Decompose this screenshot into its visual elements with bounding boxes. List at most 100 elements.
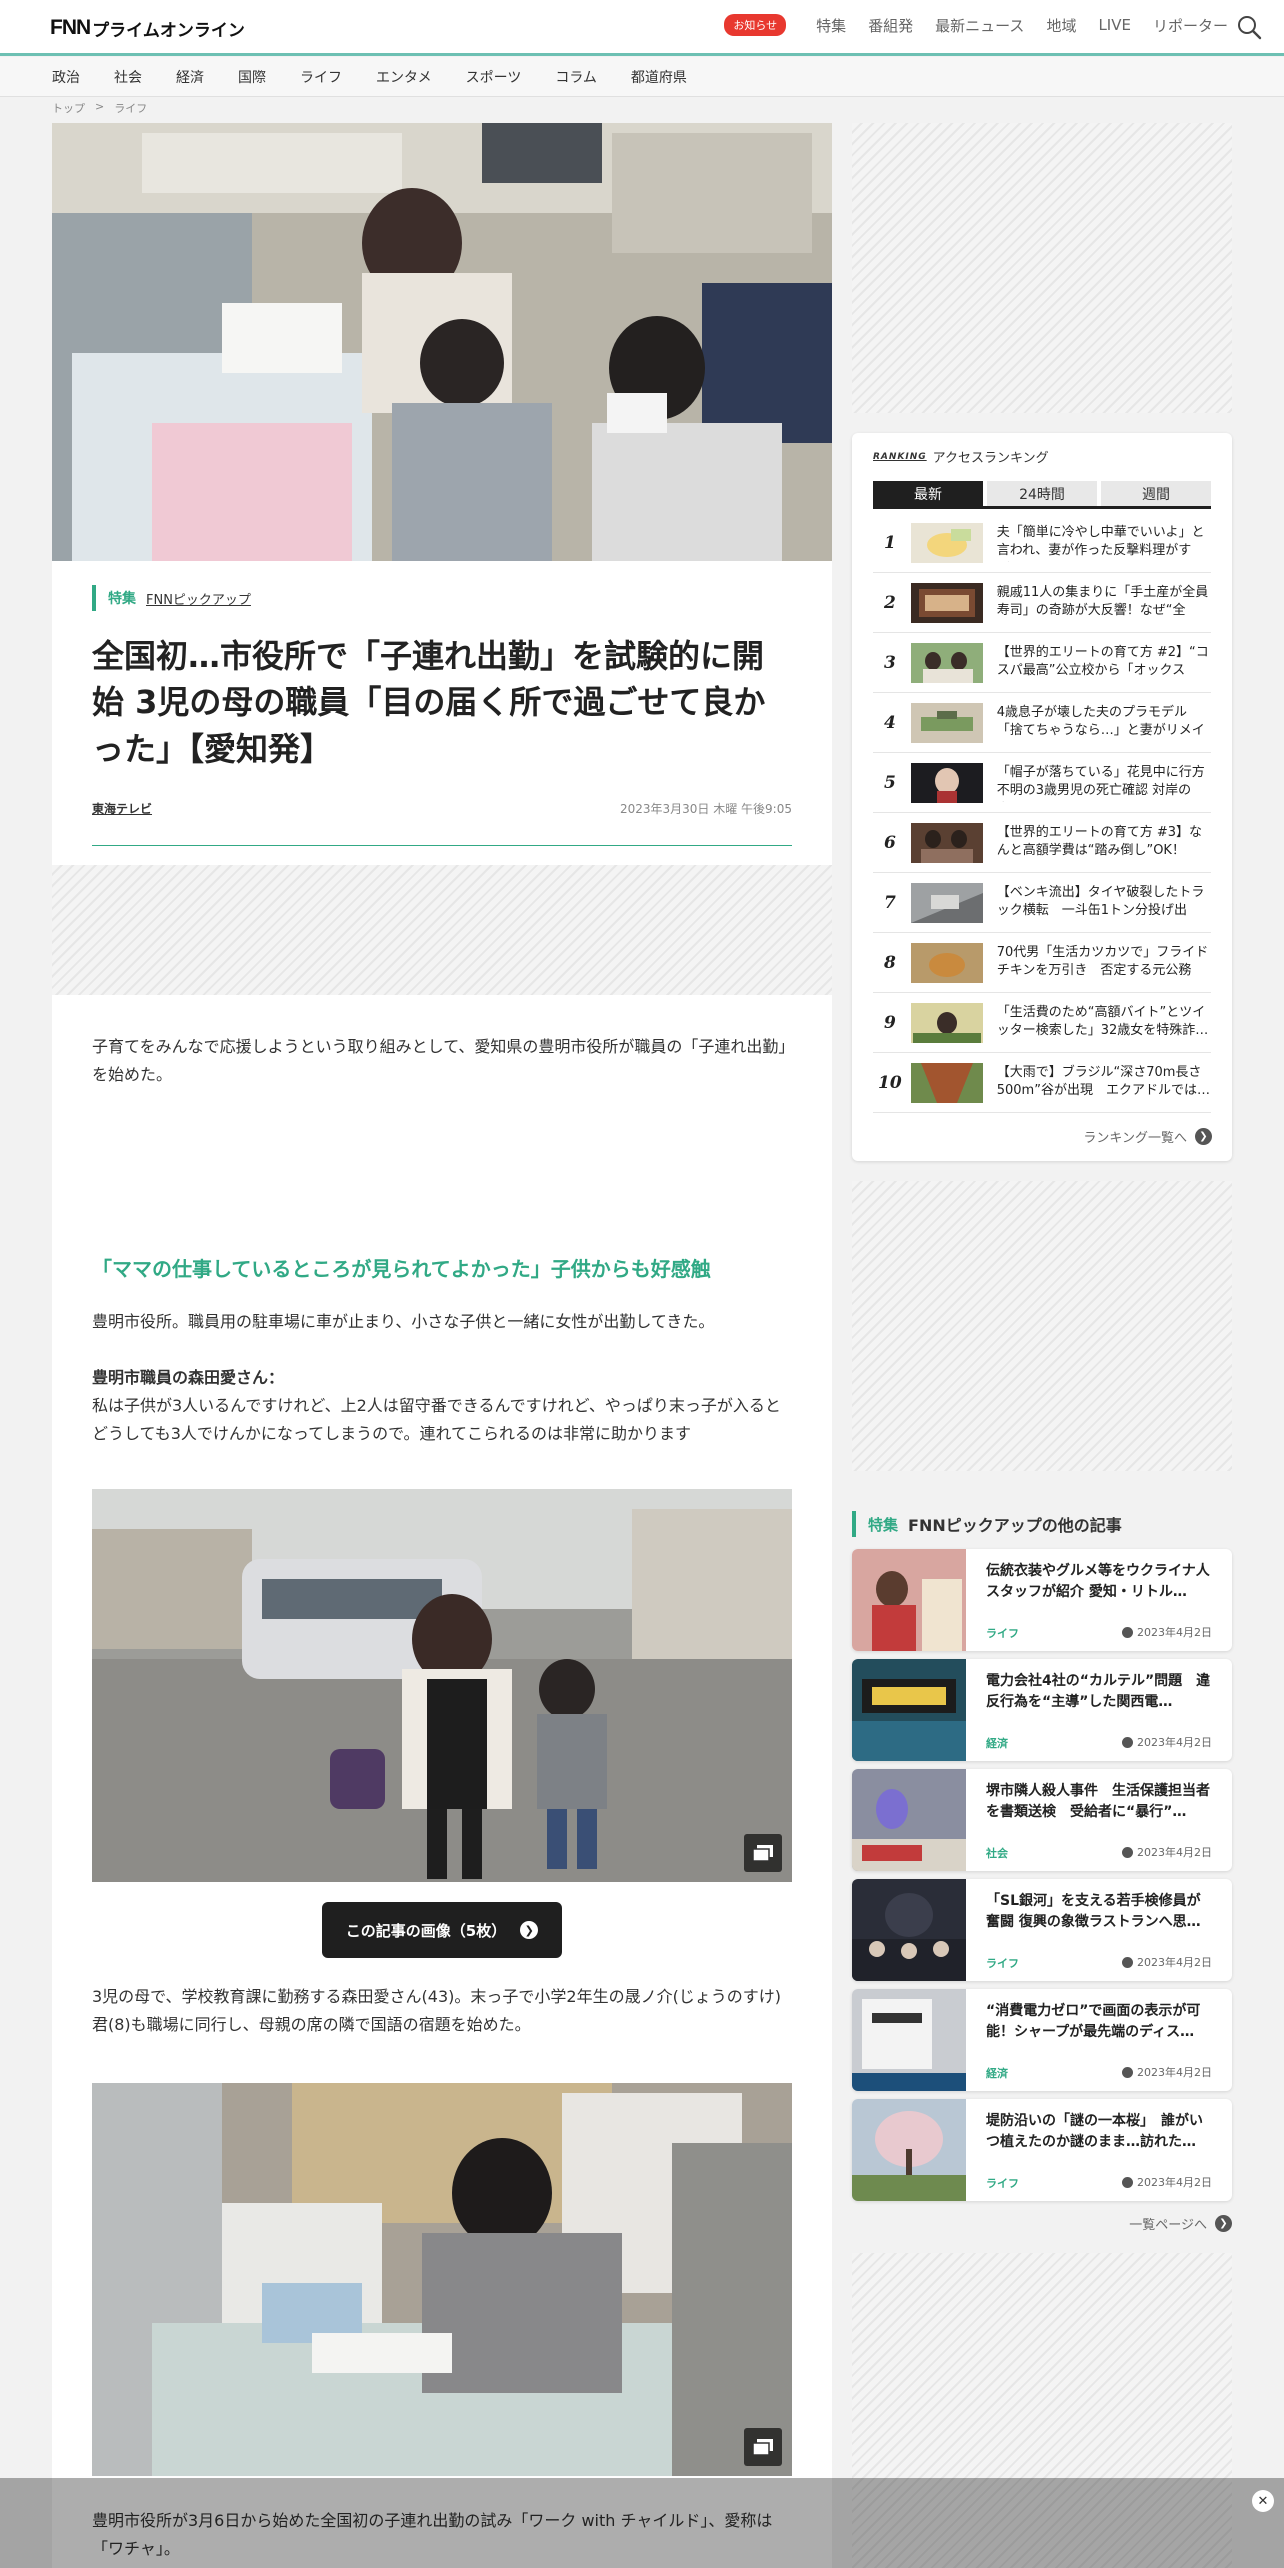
ranking-thumbnail [910, 762, 983, 803]
ranking-title: アクセスランキング [932, 451, 1049, 466]
tab-24h[interactable]: 24時間 [987, 481, 1097, 506]
ranking-number: 3 [883, 652, 896, 673]
pickup-thumbnail [852, 1549, 966, 1651]
pickup-card[interactable]: 電力会社4社の“カルテル”問題 違反行為を“主導”した関西電… 経済 2023年… [852, 1659, 1232, 1761]
pickup-thumbnail [852, 1769, 966, 1871]
pickup-card[interactable]: “消費電力ゼロ”で画面の表示が可能！シャープが最先端のディス… 経済 2023年… [852, 1989, 1232, 2091]
close-icon[interactable]: ✕ [1252, 2490, 1274, 2512]
ranking-headline: 「生活費のため“高額バイト”とツイッター検索した」32歳女を特殊詐… [996, 1004, 1209, 1039]
ranking-headline: 【世界的エリートの育て方 #2】“コスパ最高”公立校から「オックスフ… [996, 644, 1209, 679]
speaker-quote: 私は子供が3人いるんですけれど、上2人は留守番できるんですけれど、やっぱり末っ子… [92, 1396, 781, 1443]
article-paragraph: 豊明市役所。職員用の駐車場に車が止まり、小さな子供と一緒に女性が出勤してきた。 [92, 1312, 715, 1331]
pickup-more-link[interactable]: 一覧ページへ ❯ [1129, 2214, 1232, 2233]
article-photo-2[interactable] [92, 2083, 792, 2476]
notice-badge[interactable]: お知らせ [724, 14, 787, 36]
gallery-button[interactable]: この記事の画像（5枚） ❯ [322, 1902, 562, 1958]
sidebar-ad-placeholder [852, 123, 1232, 413]
bottom-ad-overlay: ✕ [0, 2478, 1284, 2568]
pickup-date-text: 2023年4月2日 [1137, 2176, 1212, 2189]
ranking-item[interactable]: 6 【世界的エリートの育て方 #3】なんと高額学費は“踏み倒し”OK！ で… [873, 813, 1211, 873]
gallery-button-label: この記事の画像（5枚） [345, 1921, 507, 1940]
gallery-icon[interactable] [744, 2428, 782, 2466]
gallery-icon[interactable] [744, 1834, 782, 1872]
ranking-item[interactable]: 7 【ベンキ流出】タイヤ破裂したトラック横転 一斗缶1トン分投げ出さ… [873, 873, 1211, 933]
logo-fnn: FNN [50, 16, 91, 39]
nav-region[interactable]: 地域 [1046, 15, 1076, 36]
pickup-headline: 堺市隣人殺人事件 生活保護担当者を書類送検 受給者に“暴行”… [986, 1783, 1210, 1820]
top-nav: お知らせ 特集 番組発 最新ニュース 地域 LIVE リポーター [724, 14, 1228, 36]
search-icon[interactable] [1236, 14, 1262, 40]
ranking-number: 2 [883, 592, 896, 613]
ranking-item[interactable]: 3 【世界的エリートの育て方 #2】“コスパ最高”公立校から「オックスフ… [873, 633, 1211, 693]
breadcrumb-home[interactable]: トップ [52, 100, 85, 116]
pickup-date-text: 2023年4月2日 [1137, 1736, 1212, 1749]
logo-text: プライムオンライン [92, 20, 245, 41]
tab-latest[interactable]: 最新 [873, 481, 983, 506]
category-life[interactable]: ライフ [300, 67, 342, 87]
ranking-item[interactable]: 2 親戚11人の集まりに「手土産が全員寿司」の奇跡が大反響！なぜ“全被… [873, 573, 1211, 633]
ranking-item[interactable]: 4 4歳息子が壊した夫のプラモデル「捨てちゃうなら…」と妻がリメイク… [873, 693, 1211, 753]
nav-reporter[interactable]: リポーター [1153, 15, 1228, 36]
pickup-thumbnail [852, 1659, 966, 1761]
pickup-card[interactable]: 堤防沿いの「謎の一本桜」 誰がいつ植えたのか謎のまま…訪れた… ライフ 2023… [852, 2099, 1232, 2201]
article-date: 2023年3月30日 木曜 午後9:05 [619, 802, 792, 817]
pickup-thumbnail [852, 1989, 966, 2091]
nav-feature[interactable]: 特集 [816, 15, 846, 36]
pickup-header: 特集 FNNピックアップの他の記事 [852, 1511, 1122, 1537]
ranking-item[interactable]: 10 【大雨で】ブラジル“深さ70m長さ500m”谷が出現 エクアドルでは… [873, 1053, 1211, 1113]
ranking-number: 4 [883, 712, 896, 733]
clock-icon [1122, 1626, 1133, 1638]
nav-live[interactable]: LIVE [1098, 16, 1131, 34]
ranking-thumbnail [910, 822, 983, 863]
pickup-headline: “消費電力ゼロ”で画面の表示が可能！シャープが最先端のディス… [986, 2003, 1201, 2040]
category-sports[interactable]: スポーツ [466, 67, 522, 87]
ranking-item[interactable]: 9 「生活費のため“高額バイト”とツイッター検索した」32歳女を特殊詐… [873, 993, 1211, 1053]
ranking-headline: 70代男「生活カツカツで」フライドチキンを万引き 否定する元公務員… [996, 944, 1209, 979]
pickup-headline: 伝統衣装やグルメ等をウクライナ人スタッフが紹介 愛知・リトル… [986, 1563, 1210, 1600]
pickup-tag: 特集 [868, 1515, 899, 1534]
category-economy[interactable]: 経済 [176, 67, 204, 87]
pickup-date: 2023年4月2日 [1122, 1954, 1212, 1970]
pickup-card[interactable]: 堺市隣人殺人事件 生活保護担当者を書類送検 受給者に“暴行”… 社会 2023年… [852, 1769, 1232, 1871]
ranking-thumbnail [910, 522, 983, 563]
ranking-number: 8 [883, 952, 896, 973]
nav-latest-news[interactable]: 最新ニュース [935, 15, 1024, 36]
pickup-thumbnail [852, 2099, 966, 2201]
breadcrumb-current[interactable]: ライフ [114, 100, 147, 116]
ranking-more-label: ランキング一覧へ [1083, 1131, 1187, 1146]
feature-link[interactable]: FNNピックアップ [146, 589, 251, 608]
tab-weekly[interactable]: 週間 [1101, 481, 1211, 506]
ranking-headline: 親戚11人の集まりに「手土産が全員寿司」の奇跡が大反響！なぜ“全被… [996, 584, 1209, 619]
category-column[interactable]: コラム [555, 67, 597, 87]
category-international[interactable]: 国際 [238, 67, 266, 87]
feature-label: 特集 [108, 591, 136, 607]
category-entertainment[interactable]: エンタメ [376, 67, 432, 87]
pickup-date-text: 2023年4月2日 [1137, 1956, 1212, 1969]
article-photo[interactable] [92, 1489, 792, 1882]
ranking-number: 5 [883, 772, 896, 793]
article-main: 特集 FNNピックアップ 全国初…市役所で「子連れ出勤」を試験的に開始 3児の母… [52, 123, 832, 2568]
pickup-card[interactable]: 伝統衣装やグルメ等をウクライナ人スタッフが紹介 愛知・リトル… ライフ 2023… [852, 1549, 1232, 1651]
arrow-right-icon: ❯ [1215, 2215, 1232, 2232]
ranking-item[interactable]: 5 「帽子が落ちている」花見中に行方不明の3歳男児の死亡確認 対岸の東… [873, 753, 1211, 813]
pickup-headline: 堤防沿いの「謎の一本桜」 誰がいつ植えたのか謎のまま…訪れた… [986, 2113, 1203, 2150]
pickup-date-text: 2023年4月2日 [1137, 1846, 1212, 1859]
site-header: FNN プライムオンライン お知らせ 特集 番組発 最新ニュース 地域 LIVE… [0, 0, 1284, 56]
nav-programs[interactable]: 番組発 [868, 15, 913, 36]
site-logo[interactable]: FNN プライムオンライン [50, 16, 245, 41]
category-prefectures[interactable]: 都道府県 [631, 67, 687, 87]
ranking-more-link[interactable]: ランキング一覧へ ❯ [1083, 1127, 1212, 1146]
ranking-thumbnail [910, 942, 983, 983]
article-source[interactable]: 東海テレビ [92, 800, 152, 817]
pickup-card[interactable]: 「SL銀河」を支える若手検修員が奮闘 復興の象徴ラストランへ思… ライフ 202… [852, 1879, 1232, 1981]
ranking-header: RANKING アクセスランキング [873, 447, 1049, 466]
ranking-item[interactable]: 8 70代男「生活カツカツで」フライドチキンを万引き 否定する元公務員… [873, 933, 1211, 993]
ranking-headline: 【大雨で】ブラジル“深さ70m長さ500m”谷が出現 エクアドルでは… [996, 1064, 1210, 1099]
pickup-thumbnail [852, 1879, 966, 1981]
ranking-item[interactable]: 1 夫「簡単に冷やし中華でいいよ」と言われ、妻が作った反撃料理がすご… [873, 513, 1211, 573]
ranking-headline: 【ベンキ流出】タイヤ破裂したトラック横転 一斗缶1トン分投げ出さ… [996, 884, 1205, 919]
category-society[interactable]: 社会 [114, 67, 142, 87]
pickup-category: 経済 [986, 2067, 1008, 2080]
photo-street [92, 1489, 792, 1882]
category-politics[interactable]: 政治 [52, 67, 80, 87]
